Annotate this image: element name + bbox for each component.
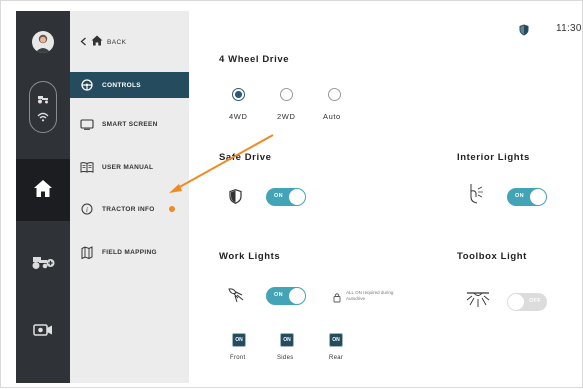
- section-title-interior-lights: Interior Lights: [457, 152, 530, 163]
- side-menu: BACK CONTROLS SMART SCREEN USER MANUAL i: [70, 11, 189, 383]
- work-light-sides-button[interactable]: ON: [280, 333, 294, 347]
- interior-lights-toggle[interactable]: ON: [507, 188, 547, 206]
- work-light-sides-label: Sides: [277, 355, 294, 361]
- work-light-icon: [227, 287, 245, 308]
- home-icon: [33, 179, 53, 203]
- info-icon: i: [80, 202, 94, 216]
- radio-2wd[interactable]: [280, 88, 293, 101]
- radio-label-auto: Auto: [323, 112, 341, 121]
- toggle-knob: [289, 189, 305, 205]
- camera-button[interactable]: [16, 323, 70, 342]
- tractor-add-icon: [31, 254, 55, 275]
- toolbox-light-toggle[interactable]: OFF: [507, 293, 547, 311]
- menu-item-user-manual[interactable]: USER MANUAL: [70, 154, 189, 180]
- section-title-toolbox-light: Toolbox Light: [457, 251, 527, 262]
- chevron-left-icon: [80, 33, 87, 51]
- menu-item-smart-screen[interactable]: SMART SCREEN: [70, 111, 189, 137]
- radio-auto[interactable]: [328, 88, 341, 101]
- work-light-rear-label: Rear: [329, 355, 344, 361]
- book-icon: [80, 160, 94, 174]
- map-icon: [80, 245, 94, 259]
- home-button[interactable]: [16, 159, 70, 221]
- menu-item-label: USER MANUAL: [102, 163, 154, 171]
- radio-4wd[interactable]: [232, 88, 245, 101]
- toggle-label: ON: [274, 292, 283, 298]
- menu-item-label: TRACTOR INFO: [102, 205, 155, 213]
- camera-icon: [33, 323, 53, 342]
- wifi-icon[interactable]: [37, 109, 49, 127]
- app-window: BACK CONTROLS SMART SCREEN USER MANUAL i: [0, 0, 583, 388]
- menu-item-label: FIELD MAPPING: [102, 248, 157, 256]
- menu-item-field-mapping[interactable]: FIELD MAPPING: [70, 239, 189, 265]
- home-small-icon: [91, 33, 103, 51]
- connection-pill: [29, 81, 57, 133]
- toggle-knob: [530, 189, 546, 205]
- section-title-drive: 4 Wheel Drive: [219, 54, 290, 65]
- work-light-front-label: Front: [230, 355, 246, 361]
- interior-light-icon: [469, 183, 485, 210]
- toggle-label: ON: [274, 193, 283, 199]
- tractor-icon[interactable]: [37, 91, 49, 109]
- lock-icon: [333, 290, 341, 308]
- clock: 11:30: [556, 23, 582, 34]
- shield-icon: [229, 189, 242, 209]
- autodrive-note: ALL ON required during Autodrive: [346, 290, 394, 301]
- back-button[interactable]: BACK: [80, 33, 126, 51]
- work-light-rear-button[interactable]: ON: [329, 333, 343, 347]
- back-label: BACK: [107, 38, 127, 46]
- toggle-knob: [508, 294, 524, 310]
- avatar[interactable]: [32, 31, 54, 53]
- toggle-label: OFF: [529, 298, 541, 304]
- menu-item-tractor-info[interactable]: i TRACTOR INFO: [70, 196, 189, 222]
- work-light-front-button[interactable]: ON: [232, 333, 246, 347]
- safe-drive-toggle[interactable]: ON: [266, 188, 306, 206]
- toggle-label: ON: [515, 193, 524, 199]
- left-rail: [16, 11, 70, 383]
- notification-dot: [169, 206, 175, 212]
- menu-item-controls[interactable]: CONTROLS: [70, 72, 189, 98]
- section-title-safe-drive: Safe Drive: [219, 152, 272, 163]
- shield-status-icon: [519, 23, 529, 41]
- tractor-add-button[interactable]: [16, 254, 70, 275]
- toggle-knob: [289, 288, 305, 304]
- screen-icon: [80, 117, 94, 131]
- steering-wheel-icon: [80, 78, 94, 92]
- radio-label-4wd: 4WD: [229, 112, 248, 121]
- radio-label-2wd: 2WD: [277, 112, 296, 121]
- work-lights-toggle[interactable]: ON: [266, 287, 306, 305]
- toolbox-light-icon: [466, 291, 490, 314]
- section-title-work-lights: Work Lights: [219, 251, 281, 262]
- svg-text:i: i: [86, 206, 88, 214]
- menu-item-label: SMART SCREEN: [102, 120, 158, 128]
- menu-item-label: CONTROLS: [102, 81, 141, 89]
